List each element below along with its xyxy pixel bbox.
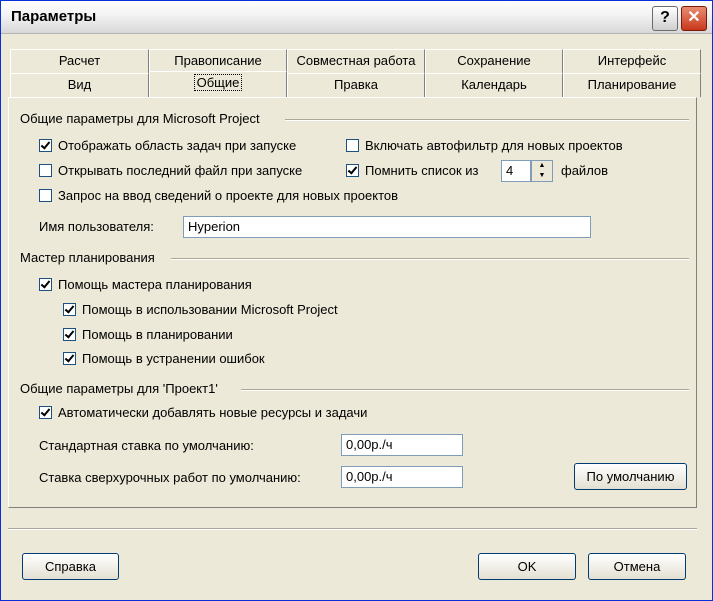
recent-files-spinner[interactable]: ▲ ▼	[531, 160, 553, 182]
user-name-input[interactable]: Hyperion	[183, 216, 591, 238]
checkbox-box	[39, 139, 52, 152]
checkbox-box	[63, 352, 76, 365]
tab-view[interactable]: Вид	[10, 73, 149, 97]
scheduling-advice-checkbox[interactable]: Помощь в планировании	[63, 327, 233, 342]
standard-rate-label: Стандартная ставка по умолчанию:	[39, 438, 254, 453]
checkbox-label: Помощь в использовании Microsoft Project	[82, 302, 338, 317]
tab-edit[interactable]: Правка	[287, 73, 425, 97]
ok-button[interactable]: OK	[478, 553, 576, 580]
window-title: Параметры	[11, 8, 97, 25]
tab-schedule[interactable]: Планирование	[563, 73, 701, 97]
close-button[interactable]: ✕	[681, 6, 707, 31]
tab-interface[interactable]: Интерфейс	[563, 49, 701, 73]
checkbox-label: Открывать последний файл при запуске	[58, 163, 303, 178]
spin-down-icon[interactable]: ▼	[532, 171, 552, 181]
checkbox-box	[346, 139, 359, 152]
tab-save[interactable]: Сохранение	[425, 49, 563, 73]
title-bar: Параметры ? ✕	[1, 1, 712, 34]
help-title-button[interactable]: ?	[652, 6, 678, 31]
prompt-project-info-checkbox[interactable]: Запрос на ввод сведений о проекте для но…	[39, 188, 398, 203]
tab-calculation[interactable]: Расчет	[10, 49, 149, 73]
checkbox-label: Помощь в устранении ошибок	[82, 351, 265, 366]
checkbox-label: Помнить список из	[365, 163, 479, 178]
planning-wizard-checkbox[interactable]: Помощь мастера планирования	[39, 277, 252, 292]
files-suffix-label: файлов	[561, 163, 609, 178]
open-last-file-checkbox[interactable]: Открывать последний файл при запуске	[39, 163, 302, 178]
cancel-button[interactable]: Отмена	[588, 553, 686, 580]
auto-add-resources-checkbox[interactable]: Автоматически добавлять новые ресурсы и …	[39, 405, 367, 420]
footer-divider	[8, 528, 697, 530]
overtime-rate-input[interactable]: 0,00р./ч	[341, 466, 463, 488]
checkbox-label: Запрос на ввод сведений о проекте для но…	[58, 188, 399, 203]
divider	[241, 389, 689, 391]
project-group-title: Общие параметры для 'Проект1'	[20, 381, 218, 396]
spin-up-icon[interactable]: ▲	[532, 161, 552, 171]
divider	[285, 119, 689, 121]
set-as-default-button[interactable]: По умолчанию	[574, 463, 687, 490]
general-group-title: Общие параметры для Microsoft Project	[20, 111, 260, 126]
checkbox-box	[39, 164, 52, 177]
error-advice-checkbox[interactable]: Помощь в устранении ошибок	[63, 351, 265, 366]
recent-files-count-input[interactable]: 4	[501, 160, 531, 182]
checkbox-box	[63, 328, 76, 341]
help-button[interactable]: Справка	[22, 553, 119, 580]
checkbox-box	[346, 164, 359, 177]
autofilter-checkbox[interactable]: Включать автофильтр для новых проектов	[346, 138, 623, 153]
checkbox-box	[63, 303, 76, 316]
usage-advice-checkbox[interactable]: Помощь в использовании Microsoft Project	[63, 302, 338, 317]
checkbox-box	[39, 406, 52, 419]
recent-files-checkbox[interactable]: Помнить список из	[346, 163, 479, 178]
options-dialog: Параметры ? ✕ Расчет Правописание Совмес…	[0, 0, 713, 601]
tab-collaborate[interactable]: Совместная работа	[287, 49, 425, 73]
user-name-label: Имя пользователя:	[39, 219, 154, 234]
checkbox-label: Помощь в планировании	[82, 327, 233, 342]
tab-general[interactable]: Общие	[149, 71, 287, 97]
checkbox-label: Автоматически добавлять новые ресурсы и …	[58, 405, 368, 420]
tab-calendar[interactable]: Календарь	[425, 73, 563, 97]
checkbox-box	[39, 189, 52, 202]
checkbox-label: Включать автофильтр для новых проектов	[365, 138, 623, 153]
checkbox-label: Отображать область задач при запуске	[58, 138, 297, 153]
standard-rate-input[interactable]: 0,00р./ч	[341, 434, 463, 456]
divider	[171, 258, 689, 260]
tab-general-label: Общие	[193, 74, 243, 91]
show-taskpane-checkbox[interactable]: Отображать область задач при запуске	[39, 138, 296, 153]
checkbox-box	[39, 278, 52, 291]
tab-spelling[interactable]: Правописание	[149, 49, 287, 73]
overtime-rate-label: Ставка сверхурочных работ по умолчанию:	[39, 470, 301, 485]
checkbox-label: Помощь мастера планирования	[58, 277, 252, 292]
wizard-group-title: Мастер планирования	[20, 250, 155, 265]
